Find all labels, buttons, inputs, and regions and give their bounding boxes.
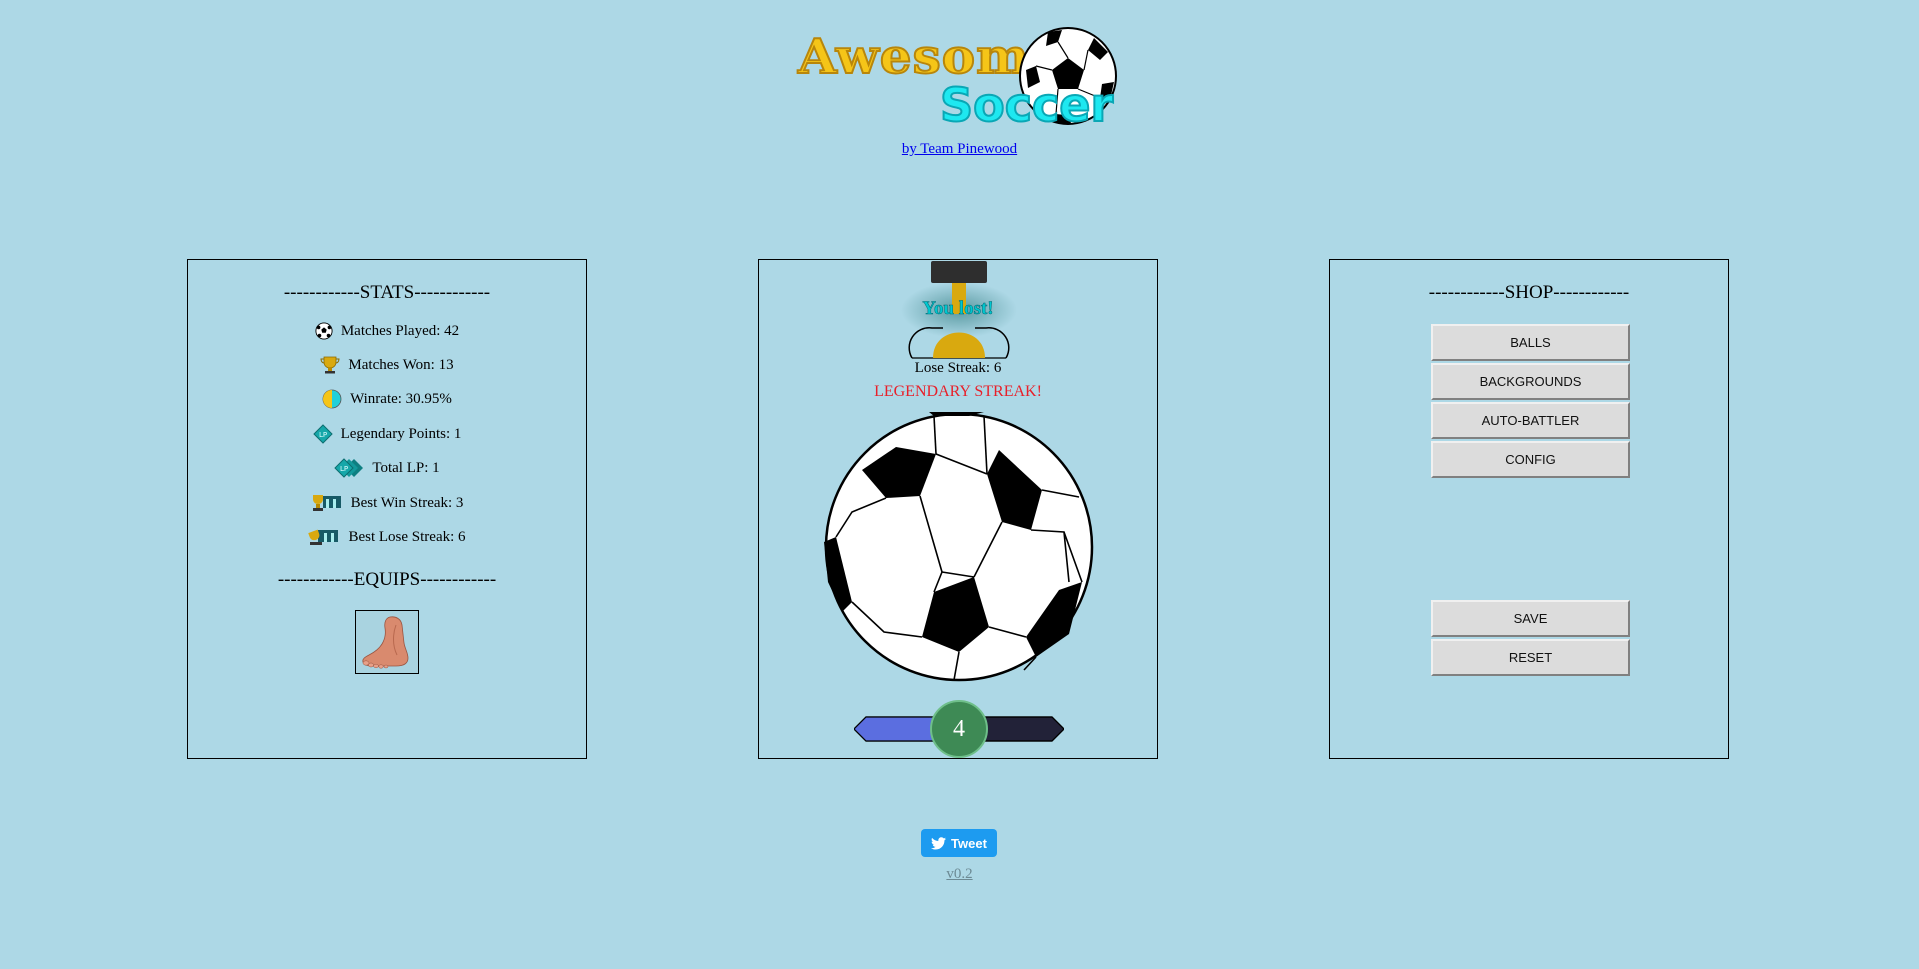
equips-heading: ------------EQUIPS------------	[277, 569, 497, 590]
lp-diamond-icon: LP	[312, 424, 333, 444]
stat-winrate: Winrate: 30.95%	[188, 388, 586, 410]
shop-panel: ------------SHOP------------ BALLS BACKG…	[1329, 259, 1729, 759]
stat-best-win-streak: Best Win Streak: 3	[188, 492, 586, 514]
twitter-bird-icon	[931, 836, 947, 849]
lose-streak-text: Lose Streak: 6	[914, 360, 1002, 376]
stat-label: Matches Played: 42	[340, 322, 460, 339]
match-result-text: You lost!	[922, 298, 994, 320]
tweet-button[interactable]: Tweet	[921, 829, 997, 857]
trophy-icon	[320, 356, 340, 374]
save-button[interactable]: SAVE	[1431, 600, 1630, 637]
reset-button[interactable]: RESET	[1431, 639, 1630, 676]
foot-icon	[362, 616, 409, 669]
level-number: 4	[953, 716, 965, 742]
stat-matches-played: Matches Played: 42	[188, 320, 586, 342]
stats-panel: ------------STATS------------ Matches Pl…	[187, 259, 587, 759]
win-streak-icon	[311, 493, 343, 513]
winrate-icon	[322, 389, 342, 409]
equip-slot[interactable]	[355, 610, 419, 674]
stat-label: Matches Won: 13	[348, 356, 454, 373]
stat-label: Best Lose Streak: 6	[348, 528, 466, 545]
soccer-ball-icon	[315, 322, 333, 340]
tweet-label: Tweet	[951, 835, 987, 851]
stat-label: Best Win Streak: 3	[350, 494, 464, 511]
stat-best-lose-streak: Best Lose Streak: 6	[188, 526, 586, 548]
stat-label: Legendary Points: 1	[340, 425, 462, 442]
game-panel: You lost! Lose Streak: 6 LEGENDARY STREA…	[758, 259, 1158, 759]
shop-config-button[interactable]: CONFIG	[1431, 441, 1630, 478]
stat-legendary-points: LP Legendary Points: 1	[188, 423, 586, 445]
lose-streak-icon	[308, 527, 340, 547]
stat-matches-won: Matches Won: 13	[188, 354, 586, 376]
game-logo: Awesome Soccer	[790, 22, 1130, 134]
stat-total-lp: LP Total LP: 1	[188, 457, 586, 479]
kick-soccer-ball[interactable]	[824, 412, 1094, 682]
shop-balls-button[interactable]: BALLS	[1431, 324, 1630, 361]
stat-label: Winrate: 30.95%	[350, 390, 452, 407]
shop-heading: ------------SHOP------------	[1428, 282, 1630, 303]
svg-text:LP: LP	[340, 465, 348, 473]
team-credit-link[interactable]: by Team Pinewood	[0, 141, 1919, 158]
stat-label: Total LP: 1	[372, 459, 440, 476]
stats-heading: ------------STATS------------	[283, 282, 491, 303]
lp-stack-icon: LP	[334, 458, 364, 478]
logo-word-soccer: Soccer	[939, 78, 1114, 132]
version-link[interactable]: v0.2	[0, 866, 1919, 883]
shop-auto-battler-button[interactable]: AUTO-BATTLER	[1431, 402, 1630, 439]
svg-text:LP: LP	[319, 431, 327, 439]
shop-backgrounds-button[interactable]: BACKGROUNDS	[1431, 363, 1630, 400]
legendary-streak-text: LEGENDARY STREAK!	[874, 383, 1042, 400]
